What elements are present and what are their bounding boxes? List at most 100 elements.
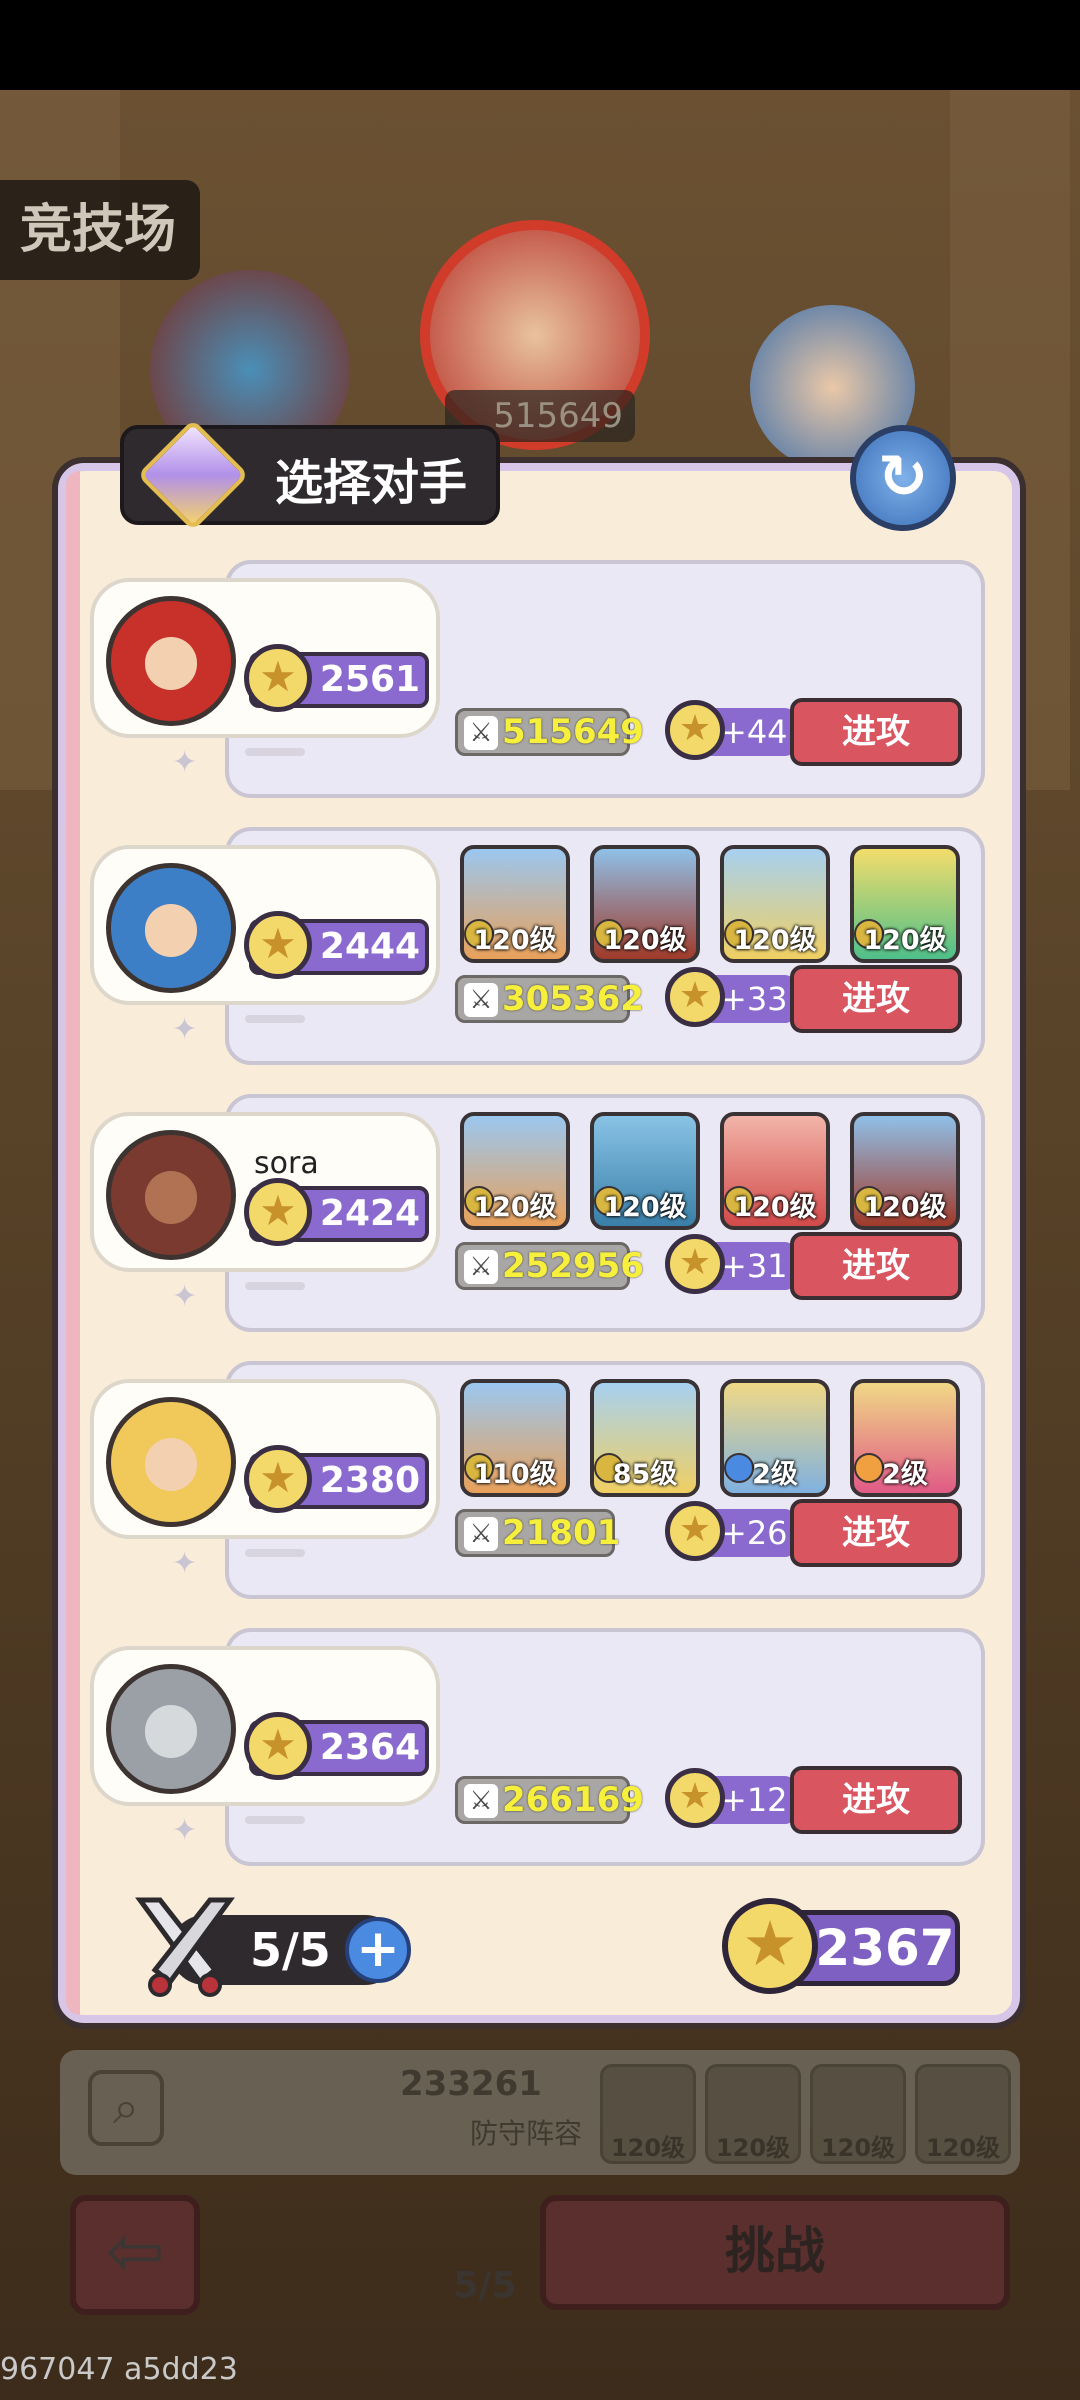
star-icon: ★ <box>244 911 312 979</box>
avatar-face <box>144 1438 198 1491</box>
opponent-row: sora ★ 2424 120级 120级 120级 120级 ✦ ⚔ 2529… <box>90 1094 990 1339</box>
back-arrow-icon[interactable]: ⇦ <box>70 2195 200 2315</box>
player-rating: 2424 <box>319 1193 421 1234</box>
hero-level: 120级 <box>473 1192 557 1223</box>
hero-slot[interactable]: 2级 <box>720 1379 830 1497</box>
sparkle-icon: ✦ <box>172 1012 198 1047</box>
hero-level: 120级 <box>925 2134 1001 2162</box>
defense-label: 防守阵容 <box>470 2117 583 2150</box>
star-icon: ★ <box>244 1712 312 1780</box>
player-avatar <box>106 863 236 993</box>
star-icon: ★ <box>722 1898 818 1994</box>
hero-slot[interactable]: 2级 <box>850 1379 960 1497</box>
avatar-face <box>144 1171 198 1224</box>
key-decoration <box>245 1816 305 1824</box>
player-card[interactable]: ★ 2380 <box>90 1379 440 1539</box>
player-power: 21801 <box>502 1513 621 1553</box>
hero-slot[interactable]: 120级 <box>850 845 960 963</box>
hero-level: 2级 <box>882 1459 928 1490</box>
key-decoration <box>245 1549 305 1557</box>
rating-gain: +26 <box>720 1514 788 1552</box>
player-name: sora <box>254 1146 319 1181</box>
challenge-button[interactable]: 挑战 <box>540 2195 1010 2310</box>
player-avatar <box>106 1664 236 1794</box>
hero-lineup: 120级 120级 120级 120级 <box>460 845 980 965</box>
defense-power: 233261 <box>400 2064 542 2104</box>
hero-lineup: 110级 85级 2级 2级 <box>460 1379 980 1499</box>
star-icon: ★ <box>665 700 725 760</box>
power-pill: ⚔ 266169 <box>455 1776 644 1824</box>
refresh-icon[interactable]: ↻ <box>850 425 956 531</box>
hero-level: 85级 <box>612 1459 678 1490</box>
defense-hero-slot[interactable]: 120级 <box>600 2064 696 2164</box>
power-icon: ⚔ <box>464 716 498 750</box>
hero-slot[interactable]: 110级 <box>460 1379 570 1497</box>
player-power: 266169 <box>502 1780 644 1820</box>
rating-gain: +12 <box>720 1781 788 1819</box>
build-id: 967047 a5dd23 <box>0 2352 238 2387</box>
player-rating: 2444 <box>319 926 421 967</box>
hero-slot[interactable]: 120级 <box>850 1112 960 1230</box>
hero-level: 120级 <box>610 2134 686 2162</box>
attack-button[interactable]: 进攻 <box>790 1766 962 1834</box>
avatar-face <box>144 637 198 690</box>
arena-mode-label: 竞技场 <box>0 180 200 280</box>
hero-slot[interactable]: 120级 <box>720 845 830 963</box>
defense-hero-slot[interactable]: 120级 <box>705 2064 801 2164</box>
player-power: 252956 <box>502 1246 644 1286</box>
hero-level: 2级 <box>752 1459 798 1490</box>
player-rating: 2364 <box>319 1727 421 1768</box>
hero-slot[interactable]: 120级 <box>460 845 570 963</box>
attack-button[interactable]: 进攻 <box>790 965 962 1033</box>
key-decoration <box>245 1015 305 1023</box>
power-icon: ⚔ <box>464 1784 498 1818</box>
player-card[interactable]: ★ 2444 <box>90 845 440 1005</box>
player-card[interactable]: sora ★ 2424 <box>90 1112 440 1272</box>
hero-slot[interactable]: 120级 <box>590 1112 700 1230</box>
sparkle-icon: ✦ <box>172 1546 198 1581</box>
attempts-count: 5/5 <box>250 1923 331 1977</box>
player-avatar <box>106 596 236 726</box>
opponent-row: ★ 2380 110级 85级 2级 2级 ✦ ⚔ 21801 ★ +26 进攻 <box>90 1361 990 1606</box>
power-icon: ⚔ <box>464 983 498 1017</box>
search-icon[interactable]: ⌕ <box>88 2070 164 2146</box>
attack-button[interactable]: 进攻 <box>790 698 962 766</box>
hero-level: 110级 <box>473 1459 557 1490</box>
hero-slot[interactable]: 85级 <box>590 1379 700 1497</box>
star-icon: ★ <box>665 967 725 1027</box>
avatar-face <box>144 904 198 957</box>
opponent-row: ★ 2561 ✦ ⚔ 515649 ★ +44 进攻 <box>90 560 990 805</box>
rating-gain: +33 <box>720 980 788 1018</box>
hero-slot[interactable]: 120级 <box>720 1112 830 1230</box>
attack-button[interactable]: 进攻 <box>790 1232 962 1300</box>
add-attempts-icon[interactable]: + <box>345 1917 411 1983</box>
player-card[interactable]: ★ 2364 <box>90 1646 440 1806</box>
hero-level: 120级 <box>863 1192 947 1223</box>
player-avatar <box>106 1130 236 1260</box>
hero-slot[interactable]: 120级 <box>460 1112 570 1230</box>
player-rating: 2561 <box>319 659 421 700</box>
hero-level: 120级 <box>603 1192 687 1223</box>
player-card[interactable]: ★ 2561 <box>90 578 440 738</box>
hero-level: 120级 <box>733 1192 817 1223</box>
power-pill: ⚔ 515649 <box>455 708 644 756</box>
power-icon: ⚔ <box>464 1517 498 1551</box>
hero-level: 120级 <box>603 925 687 956</box>
hero-slot[interactable]: 120级 <box>590 845 700 963</box>
defense-hero-slot[interactable]: 120级 <box>915 2064 1011 2164</box>
sparkle-icon: ✦ <box>172 1813 198 1848</box>
hero-level: 120级 <box>715 2134 791 2162</box>
attack-button[interactable]: 进攻 <box>790 1499 962 1567</box>
avatar-face <box>144 1705 198 1758</box>
rating-gain: +44 <box>720 713 788 751</box>
player-rating: 2380 <box>319 1460 421 1501</box>
player-avatar <box>106 1397 236 1527</box>
player-power: 515649 <box>502 712 644 752</box>
hero-level: 120级 <box>820 2134 896 2162</box>
hero-level: 120级 <box>473 925 557 956</box>
modal-edge-accent <box>66 471 80 2015</box>
defense-hero-slot[interactable]: 120级 <box>810 2064 906 2164</box>
crossed-swords-icon <box>135 1897 235 1997</box>
star-icon: ★ <box>244 1178 312 1246</box>
key-decoration <box>245 748 305 756</box>
